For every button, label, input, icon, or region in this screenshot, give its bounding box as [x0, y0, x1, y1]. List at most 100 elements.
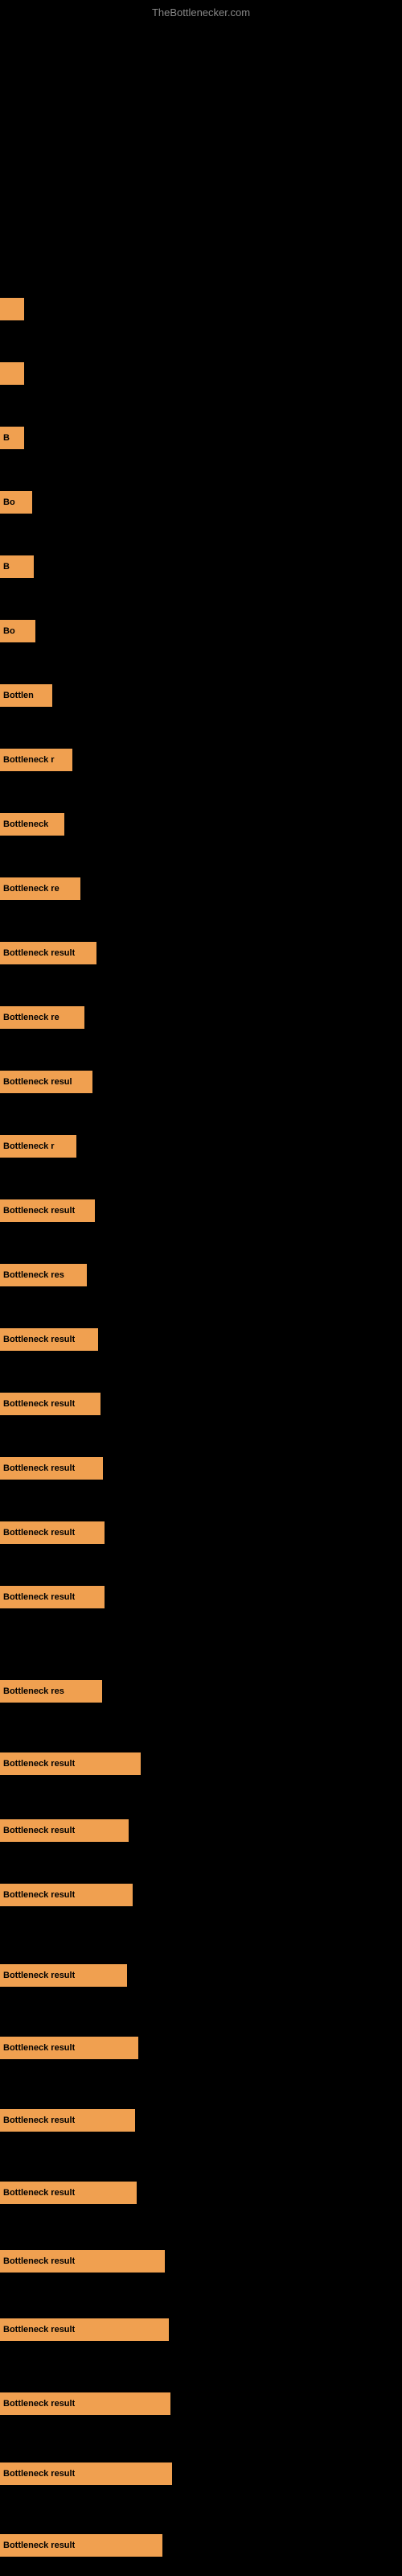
bar-item: Bottlen	[0, 684, 52, 707]
bar-fill: Bottleneck result	[0, 1964, 127, 1987]
bar-item: Bo	[0, 620, 35, 642]
bar-fill: Bottleneck result	[0, 2250, 165, 2273]
bar-item: Bottleneck result	[0, 1521, 105, 1544]
bar-item: Bottleneck re	[0, 877, 80, 900]
bar-item: Bottleneck result	[0, 1457, 103, 1480]
bar-fill: Bottleneck r	[0, 749, 72, 771]
bar-label: Bottlen	[3, 691, 34, 700]
bar-fill	[0, 362, 24, 385]
bar-item: Bottleneck result	[0, 1328, 98, 1351]
bar-fill: Bottleneck result	[0, 1328, 98, 1351]
bar-item: Bottleneck result	[0, 1964, 127, 1987]
bar-item: Bottleneck r	[0, 1135, 76, 1158]
bar-fill: Bo	[0, 491, 32, 514]
bar-item: Bottleneck res	[0, 1264, 87, 1286]
bar-fill: B	[0, 555, 34, 578]
bar-item: Bottleneck result	[0, 1752, 141, 1775]
bar-fill: Bottleneck result	[0, 942, 96, 964]
bar-label: Bottleneck res	[3, 1270, 64, 1280]
bar-label: Bottleneck result	[3, 2256, 75, 2266]
bar-fill: Bottleneck result	[0, 1819, 129, 1842]
bar-fill: Bottleneck res	[0, 1680, 102, 1703]
bar-fill: Bottleneck re	[0, 877, 80, 900]
bar-item: Bottleneck result	[0, 2109, 135, 2132]
bar-item: Bottleneck result	[0, 2182, 137, 2204]
bar-label: B	[3, 433, 10, 443]
bar-item: Bottleneck re	[0, 1006, 84, 1029]
bar-label: Bottleneck re	[3, 1013, 59, 1022]
bar-label: Bottleneck re	[3, 884, 59, 894]
bar-fill: Bottleneck re	[0, 1006, 84, 1029]
bar-fill: Bottleneck result	[0, 1884, 133, 1906]
bar-item: Bottleneck result	[0, 1393, 100, 1415]
bar-fill: Bottleneck result	[0, 2037, 138, 2059]
bar-label: Bottleneck result	[3, 1206, 75, 1216]
bar-label: Bottleneck result	[3, 1759, 75, 1769]
bar-label: Bottleneck result	[3, 2399, 75, 2409]
bar-item: Bottleneck resul	[0, 1071, 92, 1093]
bar-label: Bottleneck result	[3, 1890, 75, 1900]
bar-fill: Bottleneck result	[0, 2182, 137, 2204]
bar-label: Bottleneck result	[3, 2043, 75, 2053]
bar-item: Bottleneck result	[0, 1819, 129, 1842]
bar-label: Bottleneck result	[3, 1399, 75, 1409]
bar-label: Bottleneck result	[3, 2188, 75, 2198]
bar-item: Bottleneck result	[0, 2534, 162, 2557]
bar-fill: Bottleneck result	[0, 1521, 105, 1544]
bar-label: Bottleneck result	[3, 1971, 75, 1980]
bar-label: Bo	[3, 626, 15, 636]
bar-item: Bottleneck result	[0, 1884, 133, 1906]
bar-item: Bottleneck r	[0, 749, 72, 771]
site-title: TheBottlenecker.com	[152, 6, 250, 19]
bar-item: Bottleneck result	[0, 1586, 105, 1608]
bar-fill: Bo	[0, 620, 35, 642]
bar-fill: Bottleneck res	[0, 1264, 87, 1286]
bar-label: Bottleneck result	[3, 2116, 75, 2125]
bar-item: Bottleneck result	[0, 2392, 170, 2415]
bar-fill: Bottleneck result	[0, 1457, 103, 1480]
bar-label: B	[3, 562, 10, 572]
bar-item: Bottleneck result	[0, 2250, 165, 2273]
bar-fill: Bottleneck result	[0, 2462, 172, 2485]
bar-item: Bottleneck result	[0, 2037, 138, 2059]
bar-fill: Bottleneck result	[0, 2392, 170, 2415]
bar-label: Bottleneck result	[3, 948, 75, 958]
bar-label: Bottleneck	[3, 819, 48, 829]
bar-fill: Bottleneck	[0, 813, 64, 836]
bar-fill: Bottleneck result	[0, 1752, 141, 1775]
bar-item: Bo	[0, 491, 32, 514]
bar-item: Bottleneck result	[0, 1199, 95, 1222]
bar-item: Bottleneck res	[0, 1680, 102, 1703]
bar-label: Bottleneck result	[3, 1335, 75, 1344]
bar-label: Bottleneck result	[3, 1592, 75, 1602]
bar-label: Bottleneck result	[3, 2325, 75, 2334]
bar-fill: B	[0, 427, 24, 449]
bar-label: Bottleneck resul	[3, 1077, 72, 1087]
bar-fill: Bottleneck result	[0, 1393, 100, 1415]
bar-item	[0, 362, 24, 385]
bar-label: Bottleneck result	[3, 2541, 75, 2550]
bar-label: Bottleneck r	[3, 755, 55, 765]
bar-fill: Bottleneck result	[0, 1586, 105, 1608]
bar-fill: Bottleneck result	[0, 2534, 162, 2557]
bar-item: B	[0, 555, 34, 578]
bar-fill: Bottleneck result	[0, 1199, 95, 1222]
bar-label: Bottleneck result	[3, 2469, 75, 2479]
bar-label: Bottleneck result	[3, 1463, 75, 1473]
bar-fill	[0, 298, 24, 320]
bar-fill: Bottleneck r	[0, 1135, 76, 1158]
bar-label: Bottleneck result	[3, 1826, 75, 1835]
bar-item: Bottleneck result	[0, 2318, 169, 2341]
bar-label: Bottleneck r	[3, 1141, 55, 1151]
bar-item: B	[0, 427, 24, 449]
bar-item: Bottleneck	[0, 813, 64, 836]
bar-fill: Bottleneck resul	[0, 1071, 92, 1093]
bar-item: Bottleneck result	[0, 942, 96, 964]
bar-fill: Bottleneck result	[0, 2109, 135, 2132]
bar-fill: Bottlen	[0, 684, 52, 707]
bar-label: Bottleneck res	[3, 1686, 64, 1696]
bar-label: Bottleneck result	[3, 1528, 75, 1538]
bar-item: Bottleneck result	[0, 2462, 172, 2485]
bar-fill: Bottleneck result	[0, 2318, 169, 2341]
bar-item	[0, 298, 24, 320]
